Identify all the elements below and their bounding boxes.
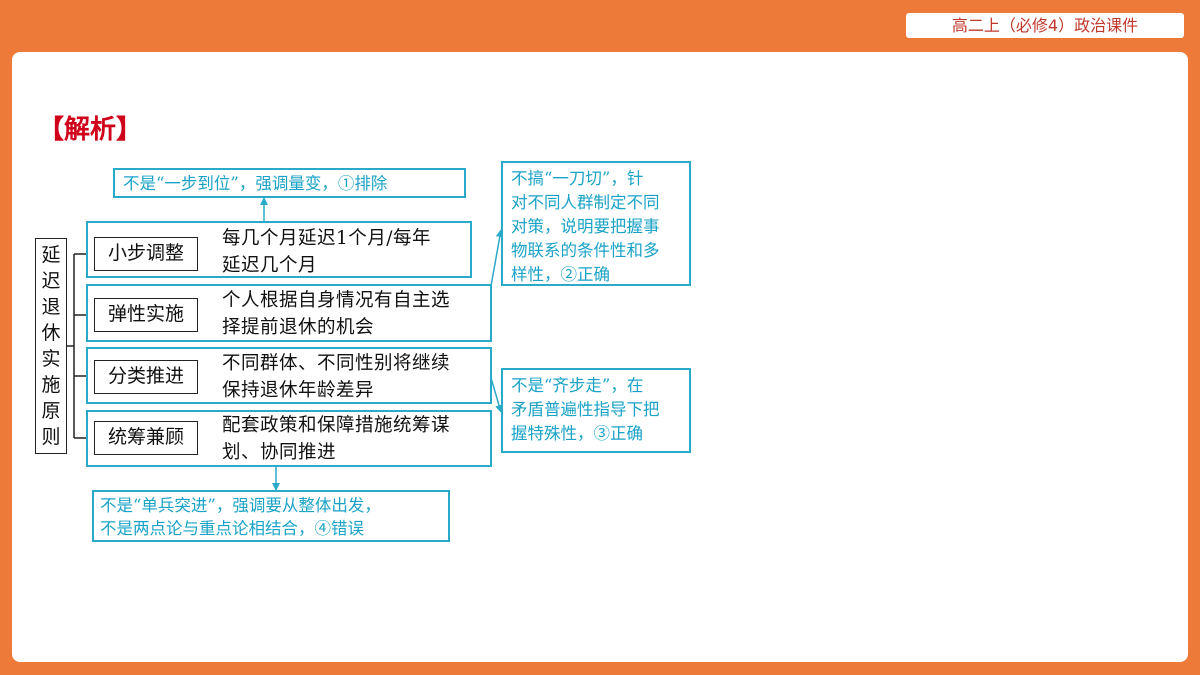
desc-line: 个人根据自身情况有自主选 [222, 290, 451, 311]
root-char: 实 [41, 348, 61, 370]
root-char: 原 [41, 400, 61, 422]
root-char: 退 [41, 296, 61, 318]
desc-line: 择提前退休的机会 [222, 317, 375, 338]
note-bottom: 不是“单兵突进”，强调要从整体出发， 不是两点论与重点论相结合，④错误 [92, 490, 450, 542]
desc-line: 保持退休年龄差异 [222, 380, 375, 401]
note-line: 矛盾普遍性指导下把 [511, 400, 660, 419]
desc-line: 延迟几个月 [222, 255, 318, 276]
note-line: 握特殊性，③正确 [511, 424, 643, 443]
note-line: 不搞“一刀切”，针 [511, 169, 644, 188]
branch-2-desc: 个人根据自身情况有自主选 择提前退休的机会 [222, 287, 492, 341]
root-char: 休 [41, 322, 61, 344]
note-right-top: 不搞“一刀切”，针 对不同人群制定不同 对策，说明要把握事 物联系的条件性和多 … [501, 161, 691, 286]
root-node: 延 迟 退 休 实 施 原 则 [35, 238, 67, 454]
branch-2-label: 弹性实施 [94, 298, 198, 332]
note-line: 物联系的条件性和多 [511, 241, 660, 260]
root-char: 施 [41, 374, 61, 396]
root-char: 延 [41, 244, 61, 266]
root-char: 迟 [41, 270, 61, 292]
note-top: 不是“一步到位”，强调量变，①排除 [113, 168, 466, 198]
branch-4-desc: 配套政策和保障措施统筹谋 划、协同推进 [222, 412, 492, 466]
note-line: 不是两点论与重点论相结合，④错误 [100, 519, 364, 538]
desc-line: 不同群体、不同性别将继续 [222, 353, 451, 374]
branch-1-label: 小步调整 [94, 237, 198, 271]
note-line: 不是“齐步走”，在 [511, 376, 644, 395]
course-tag: 高二上（必修4）政治课件 [906, 13, 1184, 38]
note-line: 对策，说明要把握事 [511, 217, 660, 236]
branch-4-label: 统筹兼顾 [94, 421, 198, 455]
branch-3-desc: 不同群体、不同性别将继续 保持退休年龄差异 [222, 350, 492, 404]
desc-line: 每几个月延迟1个月/每年 [222, 228, 432, 249]
desc-line: 划、协同推进 [222, 442, 337, 463]
note-line: 对不同人群制定不同 [511, 193, 660, 212]
branch-1-desc: 每几个月延迟1个月/每年 延迟几个月 [222, 225, 492, 279]
note-right-bottom: 不是“齐步走”，在 矛盾普遍性指导下把 握特殊性，③正确 [501, 368, 691, 453]
note-line: 样性，②正确 [511, 265, 610, 284]
desc-line: 配套政策和保障措施统筹谋 [222, 415, 451, 436]
section-title: 【解析】 [38, 115, 143, 145]
note-line: 不是“单兵突进”，强调要从整体出发， [100, 496, 381, 515]
branch-3-label: 分类推进 [94, 360, 198, 394]
root-char: 则 [41, 426, 61, 448]
